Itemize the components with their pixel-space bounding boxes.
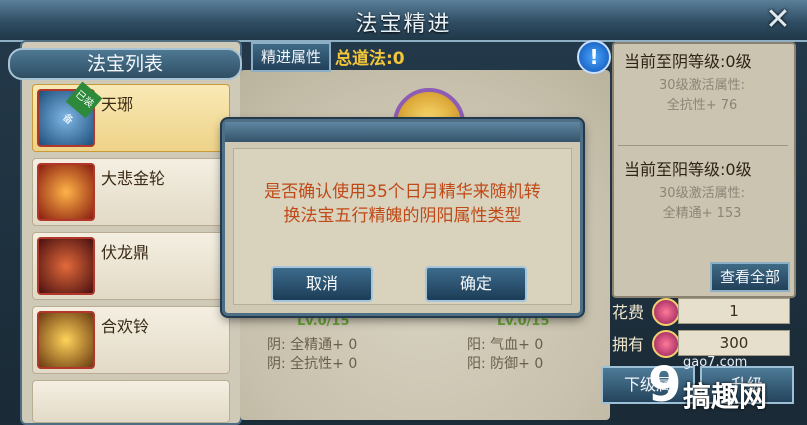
yin-activate-value: 全抗性+ 76 (666, 98, 738, 113)
golden-wheel-icon (37, 163, 95, 221)
refine-attr-tab[interactable]: 精进属性 (251, 42, 331, 72)
yang-activate-value: 全精通+ 153 (662, 206, 742, 221)
item-name: 合欢铃 (101, 317, 150, 336)
list-item[interactable] (32, 380, 230, 423)
essence-icon (652, 298, 680, 326)
list-item[interactable]: 已装备 天琊 (32, 81, 230, 152)
own-label: 拥有 (612, 335, 645, 354)
watermark: 9 gao7.com 搞趣网 (648, 355, 804, 417)
own-value: 300 (678, 330, 790, 356)
watermark-domain: gao7.com (683, 355, 748, 370)
watermark-logo-icon: 9 (648, 357, 682, 413)
info-icon[interactable]: ! (577, 40, 611, 74)
list-item[interactable]: 大悲金轮 (32, 158, 230, 226)
divider (618, 145, 788, 146)
yin-attr-2: 阴: 全抗性+ 0 (267, 356, 358, 372)
yang-level-title: 当前至阳等级:0级 (624, 160, 752, 179)
dialog-message-line2: 换法宝五行精魄的阴阳属性类型 (283, 206, 522, 226)
title-bar: 法宝精进 ✕ (0, 0, 807, 42)
essence-icon (652, 330, 680, 358)
dialog-message-line1: 是否确认使用35个日月精华来随机转 (264, 182, 541, 202)
bell-icon (37, 311, 95, 369)
yang-attr-1: 阳: 气血+ 0 (467, 337, 544, 353)
dialog-header (225, 122, 580, 142)
yang-activate-label: 30级激活属性: (659, 186, 745, 201)
dragon-cauldron-icon (37, 237, 95, 295)
equipped-badge: 已装备 (60, 81, 103, 127)
item-name: 伏龙鼎 (101, 243, 150, 262)
confirm-dialog: 是否确认使用35个日月精华来随机转 换法宝五行精魄的阴阳属性类型 取消 确定 (222, 119, 583, 316)
yang-level: Lv.0/15 (497, 314, 550, 329)
confirm-button[interactable]: 确定 (425, 266, 527, 302)
yang-attr-2: 阳: 防御+ 0 (467, 356, 544, 372)
list-item[interactable]: 伏龙鼎 (32, 232, 230, 300)
cost-value: 1 (678, 298, 790, 324)
yin-attr-1: 阴: 全精通+ 0 (267, 337, 358, 353)
treasure-list-header: 法宝列表 (8, 48, 242, 80)
yin-activate-label: 30级激活属性: (659, 78, 745, 93)
window-title: 法宝精进 (355, 12, 452, 37)
cost-label: 花费 (612, 303, 645, 322)
yin-level-title: 当前至阴等级:0级 (624, 52, 752, 71)
item-name: 大悲金轮 (101, 169, 166, 188)
view-all-button[interactable]: 查看全部 (710, 262, 790, 292)
list-item[interactable]: 合欢铃 (32, 306, 230, 374)
total-daofa: 总道法:0 (335, 49, 405, 69)
cancel-button[interactable]: 取消 (271, 266, 373, 302)
yin-level: Lv.0/15 (297, 314, 350, 329)
item-name: 天琊 (101, 95, 134, 114)
game-window: 法宝精进 ✕ 法宝列表 已装备 天琊 大悲金轮 伏龙鼎 合欢铃 精进属性 总道法… (0, 0, 807, 425)
close-icon[interactable]: ✕ (761, 3, 795, 37)
watermark-name: 搞趣网 (683, 380, 768, 413)
dialog-message: 是否确认使用35个日月精华来随机转 换法宝五行精魄的阴阳属性类型 (225, 180, 580, 228)
